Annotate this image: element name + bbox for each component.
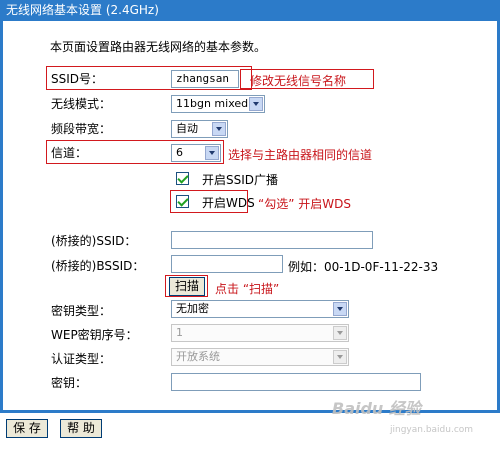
- ssid-broadcast-label: 开启SSID广播: [202, 173, 279, 187]
- channel-label: 信道：: [51, 146, 88, 160]
- bandwidth-select[interactable]: 自动: [171, 120, 228, 138]
- bandwidth-label: 频段带宽：: [51, 122, 112, 136]
- key-input[interactable]: [171, 373, 421, 391]
- key-label: 密钥：: [51, 376, 88, 390]
- wds-checkbox[interactable]: [176, 195, 189, 208]
- channel-select[interactable]: 6: [171, 144, 221, 162]
- bridge-ssid-input[interactable]: [171, 231, 373, 249]
- ssid-label: SSID号：: [51, 72, 104, 86]
- chevron-down-icon[interactable]: [249, 97, 263, 111]
- channel-note: 选择与主路由器相同的信道: [228, 148, 373, 162]
- bandwidth-select-value: 自动: [176, 122, 198, 135]
- wds-label: 开启WDS: [202, 196, 255, 210]
- scan-button[interactable]: 扫描: [169, 277, 205, 296]
- bridge-bssid-label: (桥接的)BSSID：: [51, 259, 145, 273]
- wep-index-select[interactable]: 1: [171, 324, 349, 342]
- scan-note: 点击 “扫描”: [215, 282, 280, 296]
- ssid-broadcast-checkbox[interactable]: [176, 172, 189, 185]
- watermark-url: jingyan.baidu.com: [390, 425, 474, 435]
- key-type-select[interactable]: 无加密: [171, 300, 349, 318]
- bridge-bssid-example: 例如：00-1D-0F-11-22-33: [288, 260, 439, 274]
- save-button[interactable]: 保 存: [6, 419, 48, 438]
- channel-select-value: 6: [176, 146, 183, 159]
- wep-index-label: WEP密钥序号：: [51, 328, 138, 342]
- chevron-down-icon[interactable]: [333, 326, 347, 340]
- chevron-down-icon[interactable]: [333, 350, 347, 364]
- chevron-down-icon[interactable]: [333, 302, 347, 316]
- page-description: 本页面设置路由器无线网络的基本参数。: [50, 40, 267, 54]
- ssid-input[interactable]: zhangsan: [171, 70, 239, 88]
- page-title-bar: 无线网络基本设置 (2.4GHz): [0, 0, 500, 21]
- key-type-label: 密钥类型：: [51, 304, 112, 318]
- key-type-select-value: 无加密: [176, 302, 209, 315]
- auth-type-label: 认证类型：: [51, 352, 112, 366]
- mode-select-value: 11bgn mixed: [176, 97, 249, 110]
- watermark-logo: Baidu 经验: [332, 399, 421, 418]
- baidu-watermark: Baidu 经验 jingyan.baidu.com: [332, 395, 492, 451]
- wds-note: “勾选” 开启WDS: [258, 197, 351, 211]
- chevron-down-icon[interactable]: [212, 122, 226, 136]
- mode-label: 无线模式：: [51, 97, 112, 111]
- bridge-ssid-label: (桥接的)SSID：: [51, 234, 137, 248]
- frame-left-border: [0, 21, 3, 418]
- mode-select[interactable]: 11bgn mixed: [171, 95, 265, 113]
- wep-index-select-value: 1: [176, 326, 183, 339]
- help-button[interactable]: 帮 助: [60, 419, 102, 438]
- auth-type-select-value: 开放系统: [176, 350, 220, 363]
- bridge-bssid-input[interactable]: [171, 255, 283, 273]
- page-title: 无线网络基本设置 (2.4GHz): [6, 3, 159, 17]
- auth-type-select[interactable]: 开放系统: [171, 348, 349, 366]
- ssid-note: 修改无线信号名称: [250, 74, 347, 88]
- chevron-down-icon[interactable]: [205, 146, 219, 160]
